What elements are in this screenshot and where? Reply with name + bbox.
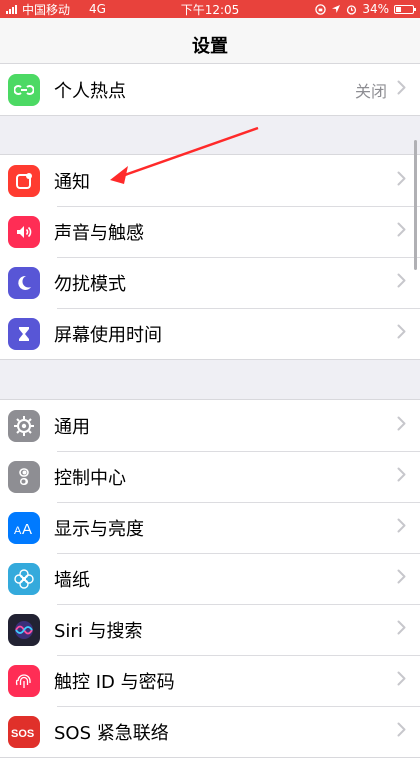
- row-label: 个人热点: [54, 80, 126, 102]
- battery-icon: [394, 4, 416, 14]
- settings-row-moon[interactable]: 勿扰模式: [0, 257, 420, 308]
- chevron-right-icon: [397, 569, 406, 588]
- hourglass-icon: [8, 317, 40, 350]
- svg-text:A: A: [14, 525, 22, 537]
- settings-row-flower[interactable]: 墙纸: [0, 553, 420, 604]
- chevron-right-icon: [397, 222, 406, 241]
- chevron-right-icon: [397, 324, 406, 343]
- settings-row-sos[interactable]: SOS SOS 紧急联络: [0, 706, 420, 757]
- settings-row-toggle[interactable]: 控制中心: [0, 451, 420, 502]
- chevron-right-icon: [397, 467, 406, 486]
- battery-percent: 34%: [362, 2, 389, 16]
- row-label: SOS 紧急联络: [54, 722, 169, 744]
- chevron-right-icon: [397, 518, 406, 537]
- row-label: Siri 与搜索: [54, 620, 143, 642]
- gear-icon: [8, 409, 40, 442]
- row-label: 勿扰模式: [54, 273, 126, 295]
- row-label: 屏幕使用时间: [54, 324, 162, 346]
- settings-row-notification[interactable]: 通知: [0, 155, 420, 206]
- row-value: 关闭: [354, 81, 387, 101]
- flower-icon: [8, 562, 40, 595]
- moon-icon: [8, 266, 40, 299]
- chevron-right-icon: [397, 80, 406, 99]
- row-label: 显示与亮度: [54, 518, 144, 540]
- chevron-right-icon: [397, 273, 406, 292]
- speaker-icon: [8, 215, 40, 248]
- settings-group-connectivity: 个人热点 关闭: [0, 63, 420, 116]
- row-label: 通用: [54, 416, 90, 438]
- settings-row-hourglass[interactable]: 屏幕使用时间: [0, 308, 420, 359]
- location-icon: [332, 5, 341, 13]
- settings-group-notifications: 通知声音与触感勿扰模式屏幕使用时间: [0, 154, 420, 360]
- row-label: 控制中心: [54, 467, 126, 489]
- toggle-icon: [8, 460, 40, 493]
- settings-row-gear[interactable]: 通用: [0, 400, 420, 451]
- status-bar: 中国移动 4G 下午12:05 34%: [0, 0, 420, 18]
- signal-icon: [6, 4, 17, 14]
- svg-text:A: A: [22, 521, 32, 538]
- chevron-right-icon: [397, 171, 406, 190]
- settings-group-general: 通用控制中心 A A 显示与亮度墙纸 Siri 与搜索触控 ID 与密码 SOS SOS 紧…: [0, 399, 420, 758]
- text-size-icon: AA: [8, 511, 40, 544]
- siri-icon: [8, 613, 40, 646]
- alarm-icon: [347, 4, 357, 15]
- settings-row-hotspot[interactable]: 个人热点 关闭: [0, 64, 420, 115]
- chevron-right-icon: [397, 620, 406, 639]
- fingerprint-icon: [8, 664, 40, 697]
- svg-text:SOS: SOS: [11, 728, 34, 739]
- row-label: 通知: [54, 171, 90, 193]
- row-label: 声音与触感: [54, 222, 144, 244]
- chevron-right-icon: [397, 722, 406, 741]
- status-right: 34%: [315, 2, 416, 16]
- settings-row-fingerprint[interactable]: 触控 ID 与密码: [0, 655, 420, 706]
- scroll-indicator[interactable]: [414, 140, 417, 270]
- status-left: 中国移动 4G: [6, 1, 106, 18]
- settings-row-siri[interactable]: Siri 与搜索: [0, 604, 420, 655]
- settings-row-text-size[interactable]: A A 显示与亮度: [0, 502, 420, 553]
- notification-icon: [8, 164, 40, 197]
- carrier-label: 中国移动: [22, 2, 71, 17]
- sos-icon: SOS: [8, 715, 40, 748]
- chevron-right-icon: [397, 416, 406, 435]
- chevron-right-icon: [397, 671, 406, 690]
- settings-row-speaker[interactable]: 声音与触感: [0, 206, 420, 257]
- hotspot-icon: [8, 73, 40, 106]
- network-label: 4G: [89, 2, 106, 16]
- page-title: 设置: [192, 36, 228, 57]
- row-label: 墙纸: [54, 569, 90, 591]
- row-label: 触控 ID 与密码: [54, 671, 175, 693]
- lock-rotation-icon: [315, 3, 327, 15]
